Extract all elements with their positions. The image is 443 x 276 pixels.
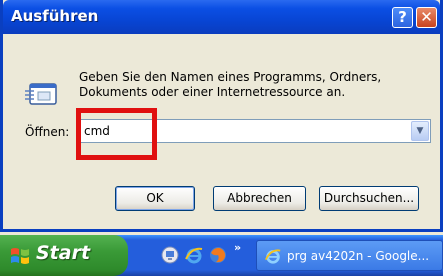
- run-dialog-icon: [25, 83, 57, 105]
- description-line-2: Dokuments oder einer Internetressource a…: [79, 85, 346, 99]
- browse-button[interactable]: Durchsuchen...: [319, 186, 419, 211]
- window-title: Ausführen: [11, 7, 99, 25]
- close-button[interactable]: ✕: [416, 7, 437, 28]
- taskbar: Start » prg av4202n - Google...: [0, 235, 443, 276]
- taskbar-item-label: prg av4202n - Google...: [287, 249, 430, 263]
- ok-button[interactable]: OK: [115, 186, 195, 211]
- highlight-box: [76, 108, 157, 160]
- title-bar[interactable]: Ausführen ? ✕: [3, 0, 440, 34]
- chevron-down-icon[interactable]: ▼: [411, 121, 429, 141]
- quick-launch-more[interactable]: »: [234, 241, 241, 254]
- help-button[interactable]: ?: [392, 7, 413, 28]
- windows-logo-icon: [11, 248, 29, 264]
- description-line-1: Geben Sie den Namen eines Programms, Ord…: [79, 70, 382, 84]
- desktop-icon[interactable]: [160, 245, 180, 265]
- start-label: Start: [36, 242, 91, 264]
- taskbar-item-browser[interactable]: prg av4202n - Google...: [256, 240, 443, 271]
- firefox-icon[interactable]: [208, 245, 228, 265]
- internet-explorer-icon: [264, 249, 281, 264]
- run-dialog: Ausführen ? ✕ Geben Sie den Namen eines …: [0, 0, 443, 232]
- internet-explorer-icon[interactable]: [184, 245, 204, 265]
- start-button[interactable]: Start: [0, 235, 128, 276]
- description-text: Geben Sie den Namen eines Programms, Ord…: [79, 70, 419, 100]
- open-label: Öffnen:: [25, 125, 70, 139]
- cancel-button[interactable]: Abbrechen: [213, 186, 306, 211]
